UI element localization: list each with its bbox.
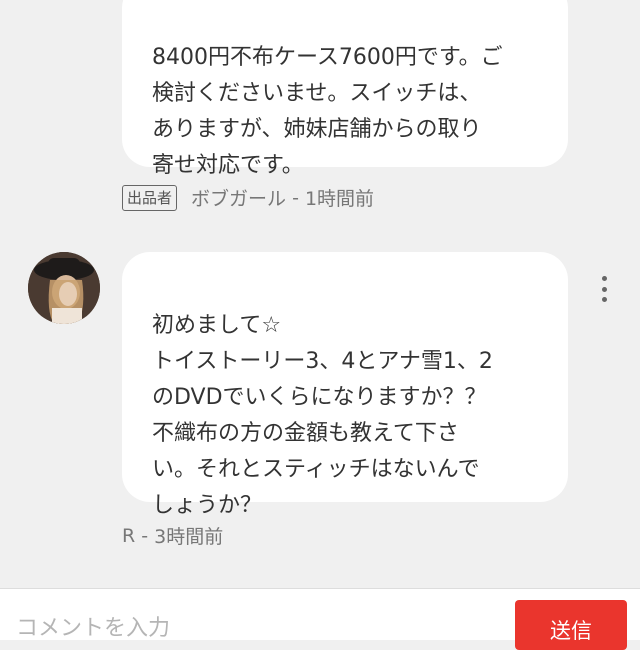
comment-author[interactable]: R [122,525,135,547]
meta-separator: - [135,524,155,547]
comment-author[interactable]: ボブガール [191,184,286,211]
comment-meta-seller: 出品者 ボブガール - 1時間前 [122,184,374,211]
comment-bubble-buyer: 初めまして☆ トイストーリー3、4とアナ雪1、2 のDVDでいくらになりますか？… [122,252,568,518]
seller-badge: 出品者 [122,184,178,211]
comment-time: 1時間前 [304,188,375,210]
comment-time: 3時間前 [154,526,224,548]
comment-input[interactable] [16,612,496,644]
comment-bubble-seller: 8400円不布ケース7600円です。ご 検討くださいませ。スイッチは、 あります… [122,0,568,178]
comment-meta-buyer: R - 3時間前 [122,522,223,549]
kebab-vertical-icon [601,286,607,292]
avatar[interactable] [28,252,100,324]
kebab-vertical-icon [601,276,607,281]
more-options-button[interactable] [596,276,612,302]
comment-text: 8400円不布ケース7600円です。ご 検討くださいませ。スイッチは、 あります… [152,45,503,178]
comment-text: 初めまして☆ トイストーリー3、4とアナ雪1、2 のDVDでいくらになりますか？… [152,313,493,518]
meta-separator: - [286,186,305,209]
kebab-vertical-icon [601,297,607,302]
avatar-image [28,252,100,324]
send-button[interactable]: 送信 [515,600,627,650]
